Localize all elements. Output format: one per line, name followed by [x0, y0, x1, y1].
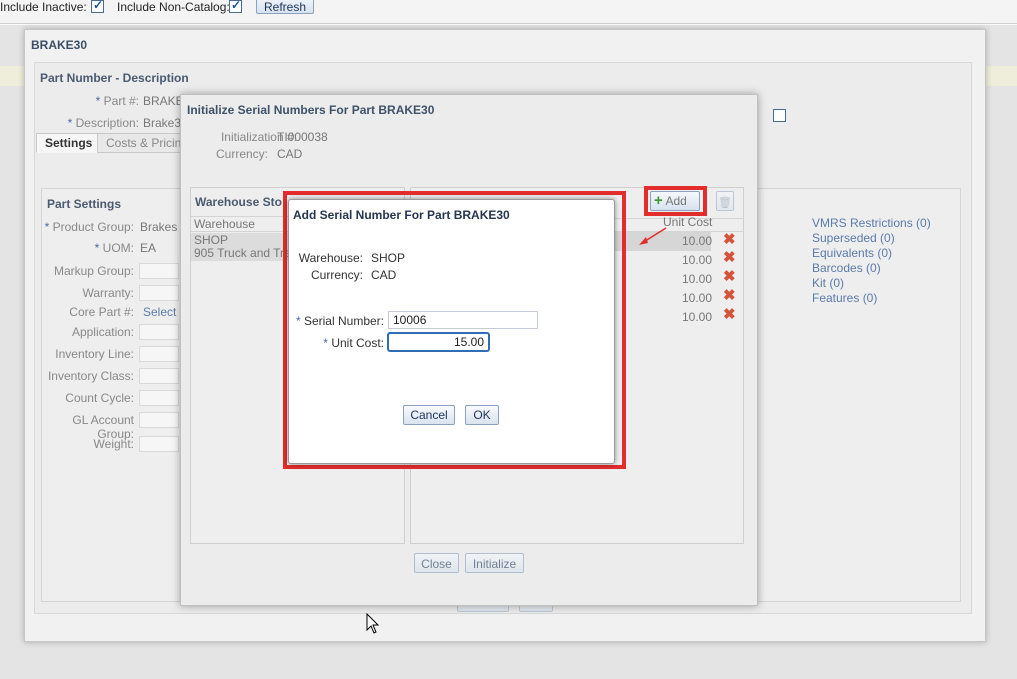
field-value[interactable]: EA — [140, 241, 156, 255]
field-label: Inventory Line: — [55, 347, 134, 361]
equivalents-link[interactable]: Equivalents (0) — [812, 246, 892, 260]
refresh-button[interactable]: Refresh — [256, 0, 314, 14]
field-label: Inventory Class: — [47, 369, 134, 383]
delete-icon[interactable]: ✖ — [723, 250, 736, 265]
modal-warehouse-value: SHOP — [371, 251, 406, 265]
tab-settings[interactable]: Settings — [36, 133, 102, 153]
modal-currency-value: CAD — [371, 268, 397, 282]
delete-icon[interactable]: ✖ — [723, 307, 736, 322]
field-input[interactable] — [139, 390, 179, 406]
field-label: * Product Group: — [44, 220, 134, 234]
field-label: Warranty: — [82, 286, 134, 300]
add-serial-modal: Add Serial Number For Part BRAKE30 Wareh… — [288, 199, 615, 464]
warehouse-name: 905 Truck and Trail — [194, 246, 297, 260]
field-input[interactable] — [139, 436, 179, 452]
field-input[interactable] — [139, 368, 179, 384]
unit-cost-value: 10.00 — [682, 253, 713, 267]
trash-icon: 🗑 — [718, 197, 732, 209]
unit-cost-label: * Unit Cost: — [323, 336, 384, 350]
initialize-dialog-title: Initialize Serial Numbers For Part BRAKE… — [187, 103, 435, 117]
delete-icon[interactable]: ✖ — [723, 288, 736, 303]
field-label: Count Cycle: — [65, 391, 134, 405]
unit-cost-value: 10.00 — [682, 291, 713, 305]
modal-currency-label: Currency: — [310, 268, 363, 282]
plus-icon: + — [654, 192, 663, 209]
description-label: * Description: — [67, 116, 139, 130]
unit-cost-value: 10.00 — [682, 234, 713, 248]
part-no-label: * Part #: — [95, 94, 139, 108]
include-inactive-checkbox[interactable] — [91, 0, 104, 13]
barcodes-link[interactable]: Barcodes (0) — [812, 261, 881, 275]
serial-number-input[interactable]: 10006 — [388, 311, 538, 329]
part-section-title: Part Number - Description — [40, 71, 189, 85]
include-non-catalog-label: Include Non-Catalog: — [117, 0, 230, 14]
field-value[interactable]: Brakes — [140, 220, 177, 234]
delete-icon[interactable]: ✖ — [723, 232, 736, 247]
add-button-label: Add — [665, 194, 687, 208]
field-input[interactable] — [139, 285, 179, 301]
field-input[interactable] — [139, 412, 179, 428]
vmrs-restrictions-link[interactable]: VMRS Restrictions (0) — [812, 216, 931, 230]
initialization-no-value: TI000038 — [277, 130, 328, 144]
pointer-arrow — [639, 227, 667, 245]
include-non-catalog-checkbox[interactable] — [229, 0, 242, 13]
field-input[interactable] — [139, 324, 179, 340]
kit-link[interactable]: Kit (0) — [812, 276, 844, 290]
field-input[interactable] — [139, 346, 179, 362]
modal-warehouse-label: Warehouse: — [298, 251, 363, 265]
delete-icon[interactable]: ✖ — [723, 269, 736, 284]
cancel-button[interactable]: Cancel — [403, 405, 455, 425]
features-link[interactable]: Features (0) — [812, 291, 877, 305]
field-label: Markup Group: — [53, 264, 134, 278]
close-button[interactable]: Close — [414, 553, 459, 573]
initialize-button[interactable]: Initialize — [465, 553, 524, 573]
option-checkbox[interactable] — [773, 109, 786, 122]
unit-cost-value: 10.00 — [682, 310, 713, 324]
serial-number-label: * Serial Number: — [295, 314, 384, 328]
field-label: Weight: — [93, 437, 134, 451]
filter-bar: Include Inactive: Include Non-Catalog: R… — [0, 0, 1017, 24]
field-label: Core Part #: — [69, 305, 134, 319]
settings-title: Part Settings — [47, 197, 122, 211]
add-serial-modal-title: Add Serial Number For Part BRAKE30 — [293, 208, 510, 222]
currency-label: Currency: — [215, 147, 268, 161]
ok-button[interactable]: OK — [465, 405, 499, 425]
trash-button[interactable]: 🗑 — [716, 191, 734, 211]
core-part-select-link[interactable]: Select — [143, 305, 176, 319]
field-label: Application: — [71, 325, 134, 339]
currency-value: CAD — [277, 147, 303, 161]
warehouse-name: SHOP — [194, 233, 229, 247]
unit-cost-input[interactable]: 15.00 — [387, 332, 490, 352]
unit-cost-column-header[interactable]: Unit Cost — [663, 215, 712, 229]
part-window-title: BRAKE30 — [31, 38, 88, 52]
include-inactive-label: Include Inactive: — [0, 0, 87, 14]
warehouse-stock-title: Warehouse Sto — [195, 195, 282, 209]
add-button[interactable]: + Add — [650, 191, 700, 211]
mouse-cursor-icon — [366, 613, 380, 634]
field-label: * UOM: — [94, 241, 134, 255]
superseded-link[interactable]: Superseded (0) — [812, 231, 895, 245]
field-input[interactable] — [139, 263, 179, 279]
unit-cost-value: 10.00 — [682, 272, 713, 286]
